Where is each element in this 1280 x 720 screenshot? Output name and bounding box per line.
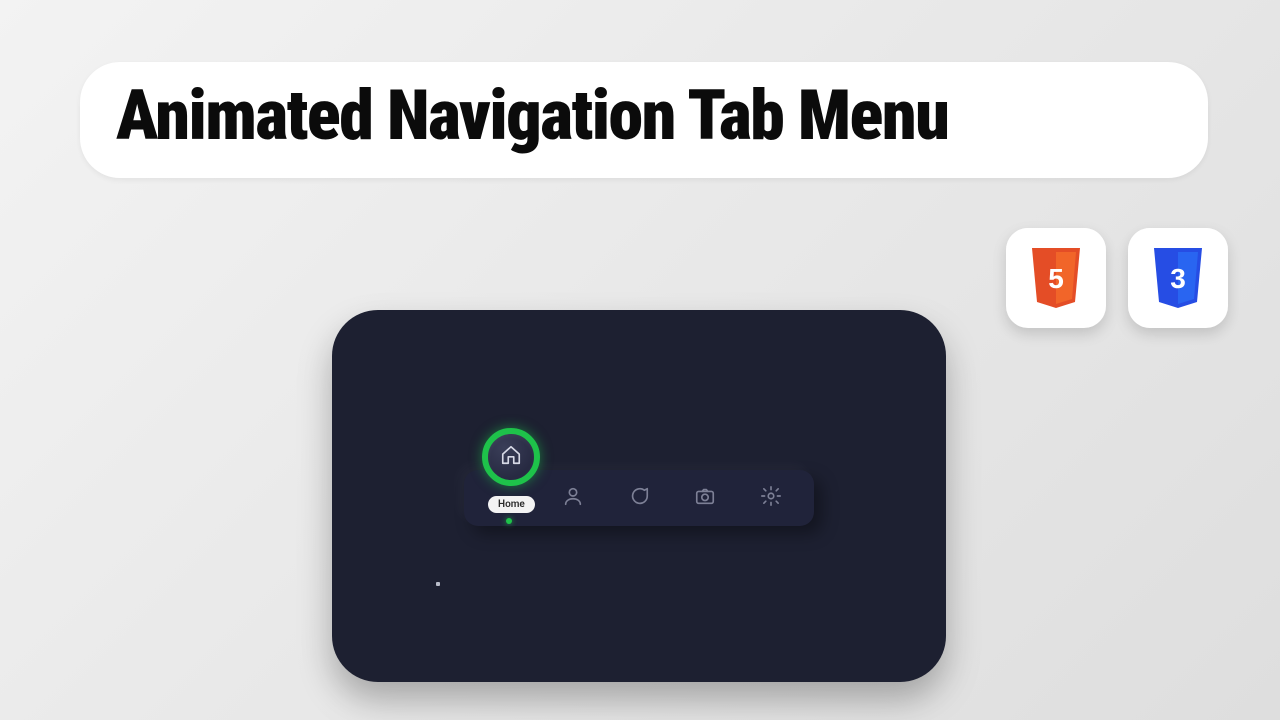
nav-item-profile[interactable] <box>548 470 598 526</box>
home-icon <box>500 444 522 470</box>
css3-shield-icon: 3 <box>1150 246 1206 310</box>
user-icon <box>562 485 584 511</box>
page-title: Animated Navigation Tab Menu <box>116 80 1172 154</box>
camera-icon <box>694 485 716 511</box>
page-title-container: Animated Navigation Tab Menu <box>80 62 1208 178</box>
demo-panel: Home <box>332 310 946 682</box>
html5-shield-icon: 5 <box>1028 246 1084 310</box>
nav-tab-bar: Home <box>464 470 814 526</box>
html5-badge: 5 <box>1006 228 1106 328</box>
cursor-indicator <box>436 582 440 586</box>
gear-icon <box>760 485 782 511</box>
nav-item-camera[interactable] <box>680 470 730 526</box>
svg-text:3: 3 <box>1170 263 1186 294</box>
nav-item-chat[interactable] <box>614 470 664 526</box>
css3-badge: 3 <box>1128 228 1228 328</box>
nav-item-settings[interactable] <box>746 470 796 526</box>
svg-text:5: 5 <box>1048 263 1064 294</box>
nav-item-home[interactable] <box>482 470 532 526</box>
chat-icon <box>628 485 650 511</box>
